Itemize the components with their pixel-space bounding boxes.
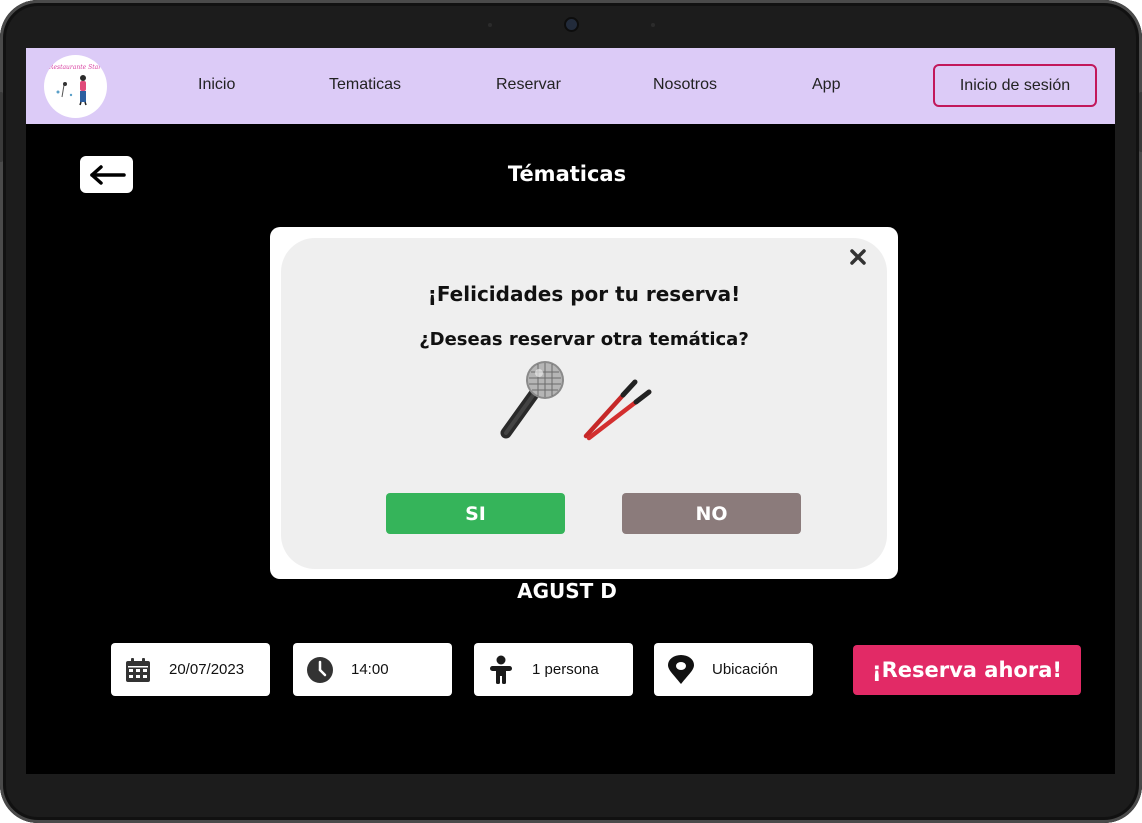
time-value: 14:00 — [351, 661, 389, 678]
microphone-icon — [500, 361, 564, 439]
reservation-success-modal: ¡Felicidades por tu reserva! ¿Deseas res… — [270, 227, 898, 579]
nav-link-inicio[interactable]: Inicio — [198, 76, 235, 94]
close-icon — [850, 249, 866, 265]
yes-button[interactable]: SI — [386, 493, 565, 534]
sensor — [651, 23, 655, 27]
modal-question: ¿Deseas reservar otra temática? — [419, 329, 749, 350]
modal-body: ¡Felicidades por tu reserva! ¿Deseas res… — [281, 238, 887, 569]
location-pin-icon — [666, 654, 696, 685]
time-filter[interactable]: 14:00 — [293, 643, 452, 696]
sensor — [488, 23, 492, 27]
person-icon — [486, 655, 516, 685]
date-value: 20/07/2023 — [169, 661, 245, 678]
drumsticks-icon — [583, 379, 652, 441]
front-camera — [564, 17, 579, 32]
no-button[interactable]: NO — [622, 493, 801, 534]
reserve-now-button[interactable]: ¡Reserva ahora! — [853, 645, 1081, 695]
logo[interactable]: Restaurante Star — [44, 55, 107, 118]
svg-text:Restaurante Star: Restaurante Star — [48, 64, 102, 71]
navbar: Restaurante Star Inicio Tematicas Reserv… — [26, 48, 1115, 124]
date-filter[interactable]: 20/07/2023 — [111, 643, 270, 696]
people-filter[interactable]: 1 persona — [474, 643, 633, 696]
logo-image: Restaurante Star — [48, 64, 102, 106]
people-value: 1 persona — [532, 661, 599, 678]
location-filter[interactable]: Ubicación — [654, 643, 813, 696]
modal-title: ¡Felicidades por tu reserva! — [427, 282, 741, 306]
nav-link-tematicas[interactable]: Tematicas — [329, 76, 401, 94]
nav-link-nosotros[interactable]: Nosotros — [653, 76, 717, 94]
page-title: Tématicas — [507, 162, 627, 186]
artist-name: AGUST D — [517, 579, 617, 603]
volume-button — [0, 92, 3, 162]
nav-link-reservar[interactable]: Reservar — [496, 76, 561, 94]
location-value: Ubicación — [712, 661, 778, 678]
login-button[interactable]: Inicio de sesión — [933, 64, 1097, 107]
close-button[interactable] — [845, 244, 871, 270]
nav-link-app[interactable]: App — [812, 76, 840, 94]
clock-icon — [305, 655, 335, 685]
screen: Restaurante Star Inicio Tematicas Reserv… — [26, 48, 1115, 774]
calendar-icon — [123, 655, 153, 685]
theme-icons — [491, 360, 671, 445]
tablet-frame: Restaurante Star Inicio Tematicas Reserv… — [0, 0, 1142, 823]
